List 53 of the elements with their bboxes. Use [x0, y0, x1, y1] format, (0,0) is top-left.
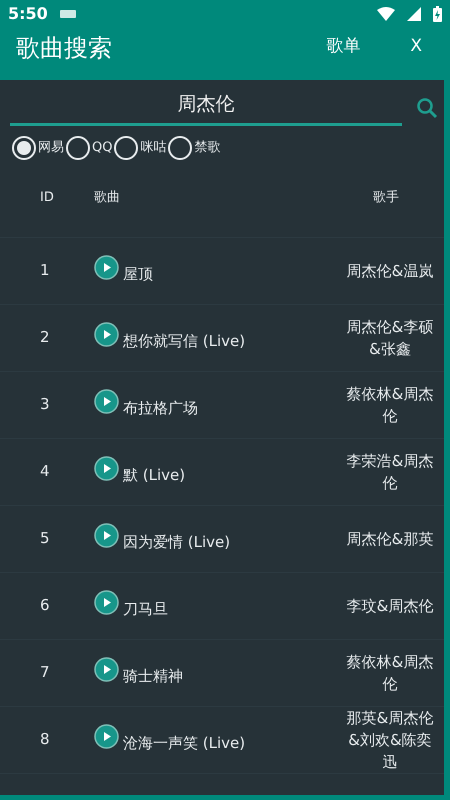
column-header: ID: [39, 189, 55, 208]
song-title: 骑士精神: [123, 666, 183, 688]
wifi-icon: [377, 7, 395, 21]
artist-cell-text: 蔡依林&周杰伦: [346, 384, 434, 426]
radio-label: QQ: [92, 138, 112, 157]
radio-button[interactable]: [12, 136, 36, 160]
radio-button[interactable]: [114, 136, 138, 160]
id-cell-text: 2: [39, 327, 51, 348]
search-field[interactable]: 周杰伦: [10, 90, 402, 126]
column-header: 歌曲: [94, 189, 121, 208]
id-cell-text: 6: [39, 595, 51, 616]
play-icon[interactable]: [94, 724, 119, 750]
artist-cell-text: 周杰伦&李硕&张鑫: [346, 316, 434, 360]
play-icon[interactable]: [94, 389, 119, 414]
header-action[interactable]: 歌单: [326, 34, 360, 60]
song-title: 想你就写信 (Live): [123, 331, 246, 352]
signal-icon: [407, 7, 421, 21]
id-cell-text: 3: [39, 394, 51, 416]
play-icon[interactable]: [94, 523, 119, 548]
play-icon[interactable]: [94, 322, 119, 348]
dialog-title: 歌曲搜索: [16, 33, 113, 64]
header-action[interactable]: X: [410, 34, 422, 60]
artist-cell-text: 李玟&周杰伦: [346, 596, 434, 616]
artist-cell-text: 周杰伦&那英: [346, 528, 434, 550]
artist-cell-text: 蔡依林&周杰伦: [346, 652, 434, 694]
column-header: 歌手: [372, 189, 400, 208]
id-cell-text: 1: [39, 260, 51, 282]
status-time: 5:50: [8, 3, 48, 25]
keyboard-icon: [60, 9, 76, 19]
artist-cell-text: 李荣浩&周杰伦: [346, 450, 434, 494]
id-cell-text: 4: [39, 461, 51, 482]
search-icon[interactable]: [416, 96, 438, 119]
song-title: 屋顶: [123, 264, 153, 286]
id-cell-text: 8: [39, 729, 51, 750]
artist-cell-text: 那英&周杰伦&刘欢&陈奕迅: [346, 708, 434, 772]
song-title: 沧海一声笑 (Live): [123, 733, 246, 754]
radio-button[interactable]: [168, 136, 192, 160]
play-icon[interactable]: [94, 255, 119, 280]
song-title: 默 (Live): [123, 465, 186, 486]
song-title: 因为爱情 (Live): [123, 532, 230, 554]
id-cell-text: 5: [39, 528, 51, 550]
radio-label: 网易: [38, 138, 64, 157]
song-title: 刀马旦: [123, 599, 168, 620]
radio-label: 咪咕: [140, 138, 166, 157]
radio-label: 禁歌: [194, 138, 220, 157]
song-title: 布拉格广场: [123, 398, 198, 420]
play-icon[interactable]: [94, 657, 119, 682]
play-icon[interactable]: [94, 456, 119, 482]
id-cell-text: 7: [39, 662, 51, 684]
artist-cell-text: 周杰伦&温岚: [346, 260, 434, 282]
battery-icon: [433, 6, 442, 22]
radio-button[interactable]: [66, 136, 90, 160]
play-icon[interactable]: [94, 590, 119, 616]
